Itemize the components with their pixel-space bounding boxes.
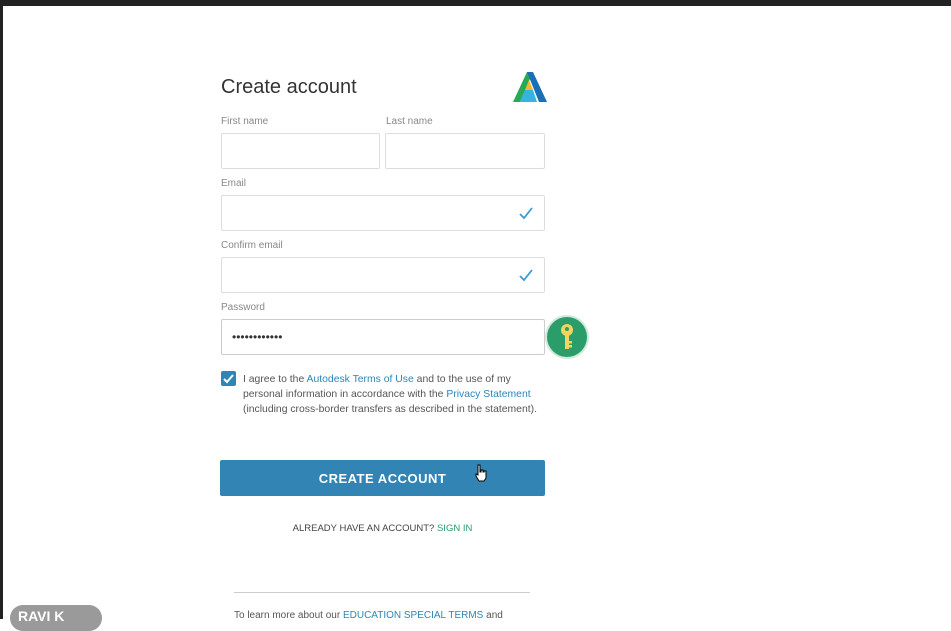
sign-in-link[interactable]: SIGN IN: [437, 523, 472, 534]
learn-prefix: To learn more about our: [234, 610, 343, 621]
password-label: Password: [221, 302, 265, 313]
email-input[interactable]: [221, 195, 545, 231]
password-manager-key-button[interactable]: [547, 317, 587, 357]
password-value: ••••••••••••: [232, 330, 283, 344]
check-icon: [519, 269, 533, 282]
terms-of-use-link[interactable]: Autodesk Terms of Use: [307, 374, 414, 385]
last-name-label: Last name: [386, 116, 433, 127]
email-label: Email: [221, 178, 247, 189]
page-title: Create account: [221, 76, 357, 98]
agree-text: I agree to the Autodesk Terms of Use and…: [243, 372, 548, 418]
window-left-border: [0, 0, 3, 619]
check-icon: [223, 374, 234, 384]
window-top-border: [0, 0, 951, 6]
divider: [234, 592, 530, 593]
agree-checkbox[interactable]: [221, 371, 236, 386]
create-account-button[interactable]: CREATE ACCOUNT: [220, 460, 545, 496]
last-name-input[interactable]: [385, 133, 545, 169]
key-icon: [561, 324, 573, 349]
agree-suffix: (including cross-border transfers as des…: [243, 404, 537, 416]
privacy-statement-link[interactable]: Privacy Statement: [446, 389, 530, 400]
autodesk-logo-icon: [513, 72, 547, 102]
confirm-email-label: Confirm email: [221, 240, 283, 251]
already-label: ALREADY HAVE AN ACCOUNT?: [292, 523, 437, 534]
agree-prefix: I agree to the: [243, 374, 307, 385]
hand-cursor-icon: [475, 464, 487, 482]
first-name-label: First name: [221, 116, 269, 127]
check-icon: [519, 207, 533, 220]
education-special-terms-link[interactable]: EDUCATION SPECIAL TERMS: [343, 610, 483, 621]
confirm-email-input[interactable]: [221, 257, 545, 293]
password-input[interactable]: ••••••••••••: [221, 319, 545, 355]
learn-more-text: To learn more about our EDUCATION SPECIA…: [234, 610, 544, 621]
already-have-account-text: ALREADY HAVE AN ACCOUNT? SIGN IN: [220, 523, 545, 534]
channel-watermark: RAVI K: [10, 605, 102, 631]
learn-suffix: and: [483, 610, 503, 621]
first-name-input[interactable]: [221, 133, 380, 169]
